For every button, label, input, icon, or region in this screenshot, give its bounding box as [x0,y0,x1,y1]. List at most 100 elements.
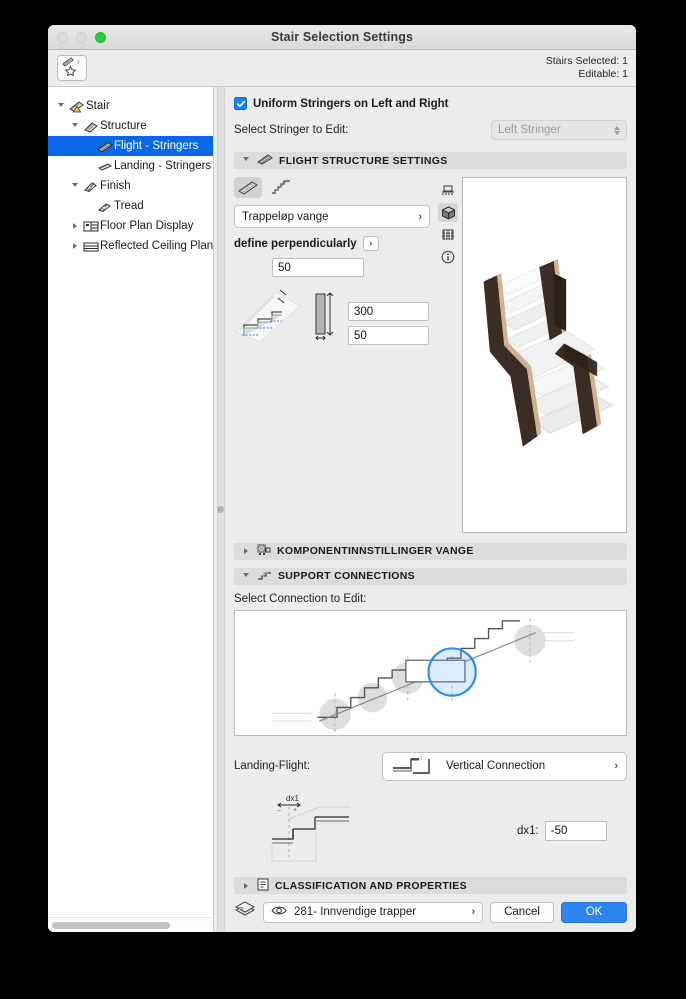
sidebar-item-label: Structure [100,120,147,132]
sidebar-item-landing-stringers[interactable]: Landing - Stringers [48,156,213,176]
support-connections-header-label: SUPPORT CONNECTIONS [278,570,415,583]
flight-structure-panel: Trappeløp vange › define perpendicularly… [234,177,627,533]
window-toolbar: › Stairs Selected: 1 Editable: 1 [48,50,636,87]
section-view-icon[interactable] [438,181,458,200]
sidebar-item-label: Landing - Stringers [114,160,212,172]
dx1-diagram-label: dx1 [286,794,299,803]
stringer-offset-diagram-icon [234,286,302,349]
sidebar-item-label: Flight - Stringers [114,140,199,152]
dx1-input[interactable]: -50 [544,820,607,841]
dx1-row: dx1 – + dx1: -50 [234,791,627,868]
ok-button[interactable]: OK [561,901,627,923]
section-twisty-closed-icon-2[interactable] [241,882,251,889]
panel-splitter[interactable] [214,87,226,932]
select-stringer-row: Select Stringer to Edit: Left Stringer [234,120,627,140]
scrollbar-thumb[interactable] [52,921,170,929]
traffic-lights [48,31,106,43]
connection-node-4-selected [427,647,477,697]
monolithic-stringer-toggle[interactable] [234,177,262,198]
flight-structure-section-header[interactable]: FLIGHT STRUCTURE SETTINGS [234,152,627,169]
flight-structure-controls: Trappeløp vange › define perpendicularly… [234,177,430,533]
window-footer: CLASSIFICATION AND PROPERTIES 281- Innve… [226,877,636,932]
stair-selection-settings-window: Stair Selection Settings › Stairs Select… [48,25,636,932]
settings-tree-sidebar: Stair Structure Flight - Stringers Landing … [48,87,214,932]
minimize-button-icon[interactable] [76,31,87,43]
tread-icon [95,200,114,213]
zoom-button-icon[interactable] [95,31,106,43]
svg-text:–: – [277,807,281,814]
sidebar-horizontal-scrollbar[interactable] [48,917,213,932]
sidebar-item-tread[interactable]: Tread [48,196,213,216]
twisty-open-icon[interactable] [68,122,81,130]
define-perpendicularly-row: define perpendicularly › [234,236,430,251]
dx1-label: dx1: [517,824,539,837]
stair-warning-icon [67,100,86,113]
svg-text:›: › [77,57,80,66]
stepped-stringer-toggle[interactable] [267,177,295,198]
sidebar-item-label: Finish [100,180,131,192]
layer-dropdown[interactable]: 281- Innvendige trapper › [263,901,483,923]
twisty-closed-icon[interactable] [68,243,81,249]
uniform-stringers-row: Uniform Stringers on Left and Right [234,97,627,110]
stair-3d-preview[interactable] [462,177,627,533]
selection-info: Stairs Selected: 1 Editable: 1 [546,55,628,81]
stringer-favorites-icon: › [61,56,83,81]
sidebar-item-flight-stringers[interactable]: Flight - Stringers [48,136,213,156]
sidebar-item-floor-plan-display[interactable]: Floor Plan Display [48,216,213,236]
sidebar-item-label: Floor Plan Display [100,220,194,232]
dx1-offset-diagram-icon: dx1 – + [260,791,354,868]
landing-flight-dropdown[interactable]: Vertical Connection › [382,751,627,781]
flight-structure-header-label: FLIGHT STRUCTURE SETTINGS [279,154,448,167]
define-perpendicularly-button[interactable]: › [362,236,379,251]
preview-view-icons [438,177,458,533]
twisty-open-icon[interactable] [54,102,67,110]
layers-icon[interactable] [234,901,256,923]
select-stringer-dropdown[interactable]: Left Stringer [491,120,627,140]
sidebar-item-label: Tread [114,200,144,212]
structure-type-dropdown[interactable]: Trappeløp vange › [234,205,430,228]
stair-section-connections-diagram [272,618,574,735]
twisty-open-icon[interactable] [68,182,81,190]
sidebar-item-reflected-ceiling-plan-d[interactable]: Reflected Ceiling Plan D [48,236,213,256]
offset-input[interactable]: 50 [272,258,364,277]
window-title: Stair Selection Settings [270,30,414,44]
finish-icon [81,180,100,193]
width-input[interactable]: 300 [348,302,429,321]
classification-section-header[interactable]: CLASSIFICATION AND PROPERTIES [234,877,627,894]
connection-diagram[interactable] [234,609,627,736]
structure-icon [81,120,100,133]
close-button-icon[interactable] [57,31,68,43]
uniform-stringers-checkbox[interactable] [234,97,247,110]
landing-flight-label: Landing-Flight: [234,760,311,773]
window-body: Stair Structure Flight - Stringers Landing … [48,87,636,932]
vertical-connection-icon [391,754,437,779]
info-view-icon[interactable] [438,247,458,266]
3d-view-icon[interactable] [438,203,458,222]
favorites-button[interactable]: › [57,55,87,81]
thickness-input[interactable]: 50 [348,326,429,345]
sidebar-item-structure[interactable]: Structure [48,116,213,136]
section-twisty-open-icon[interactable] [241,157,251,164]
settings-main-panel: Uniform Stringers on Left and Right Sele… [226,87,636,932]
uniform-stringers-label: Uniform Stringers on Left and Right [253,97,449,110]
editable-label: Editable: 1 [578,68,628,80]
component-settings-section-header[interactable]: KOMPONENTINNSTILLINGER VANGE [234,542,627,560]
landing-stringers-icon [95,160,114,173]
elevation-view-icon[interactable] [438,225,458,244]
landing-flight-row: Landing-Flight: Vertical Connection › [234,751,627,781]
section-twisty-closed-icon[interactable] [241,548,251,555]
splitter-handle-dot[interactable] [216,506,224,513]
twisty-closed-icon[interactable] [68,223,81,229]
window-titlebar[interactable]: Stair Selection Settings [48,25,636,50]
support-connections-section-header[interactable]: SUPPORT CONNECTIONS [234,567,627,585]
dimension-controls: 300 50 [234,286,430,349]
classification-header-label: CLASSIFICATION AND PROPERTIES [275,879,467,892]
sidebar-item-stair[interactable]: Stair [48,96,213,116]
section-twisty-open-icon-2[interactable] [241,572,251,580]
sidebar-item-finish[interactable]: Finish [48,176,213,196]
cancel-button[interactable]: Cancel [490,901,554,923]
classification-icon [257,878,269,894]
chevron-right-icon-2: › [614,760,618,773]
chevron-right-icon: › [418,210,422,223]
flight-stringers-icon [257,153,273,168]
